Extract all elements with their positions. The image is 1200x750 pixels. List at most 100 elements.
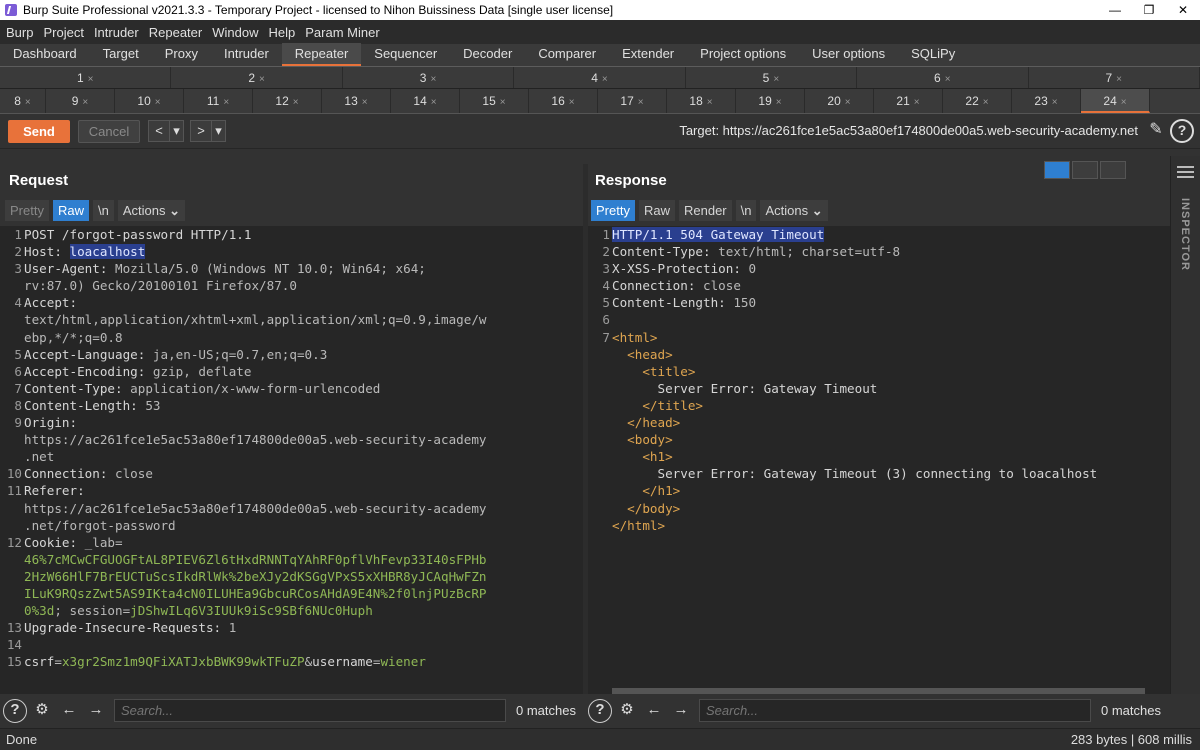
settings-gear-icon[interactable]: ⚙: [615, 699, 639, 723]
close-tab-icon[interactable]: ×: [88, 74, 94, 85]
close-tab-icon[interactable]: ×: [1121, 97, 1127, 108]
restore-button[interactable]: ❐: [1132, 0, 1166, 20]
repeater-tab-6[interactable]: 6 ×: [857, 67, 1029, 88]
menu-project[interactable]: Project: [43, 25, 83, 40]
settings-gear-icon[interactable]: ⚙: [30, 699, 54, 723]
repeater-tab-1[interactable]: 1 ×: [0, 67, 172, 88]
edit-target-icon[interactable]: ✎: [1144, 119, 1168, 143]
response-horizontal-scrollbar[interactable]: [612, 688, 1145, 694]
repeater-tab-21[interactable]: 21 ×: [874, 89, 943, 113]
close-tab-icon[interactable]: ×: [1052, 97, 1058, 108]
tab-proxy[interactable]: Proxy: [152, 43, 211, 66]
repeater-tab-3[interactable]: 3 ×: [343, 67, 515, 88]
close-tab-icon[interactable]: ×: [155, 97, 161, 108]
repeater-tab-24[interactable]: 24 ×: [1081, 89, 1150, 113]
repeater-tab-15[interactable]: 15 ×: [460, 89, 529, 113]
response-search-input[interactable]: [699, 699, 1091, 722]
repeater-tab-8[interactable]: 8 ×: [0, 89, 46, 113]
close-tab-icon[interactable]: ×: [82, 97, 88, 108]
close-tab-icon[interactable]: ×: [259, 74, 265, 85]
request-tab-pretty[interactable]: Pretty: [5, 200, 49, 221]
close-tab-icon[interactable]: ×: [500, 97, 506, 108]
response-tab-render[interactable]: Render: [678, 200, 732, 221]
cancel-button[interactable]: Cancel: [78, 119, 140, 143]
repeater-tab-14[interactable]: 14 ×: [391, 89, 460, 113]
repeater-tab-13[interactable]: 13 ×: [322, 89, 391, 113]
close-tab-icon[interactable]: ×: [362, 97, 368, 108]
tabs-layout-button[interactable]: [1100, 161, 1126, 179]
tab-target[interactable]: Target: [90, 43, 152, 66]
inspector-menu-icon[interactable]: [1177, 166, 1194, 178]
repeater-tab-4[interactable]: 4 ×: [514, 67, 686, 88]
forward-history-dropdown[interactable]: ▾: [212, 120, 226, 142]
send-button[interactable]: Send: [8, 119, 70, 143]
close-tab-icon[interactable]: ×: [707, 97, 713, 108]
help-icon[interactable]: ?: [1170, 119, 1194, 143]
repeater-tab-12[interactable]: 12 ×: [253, 89, 322, 113]
menu-repeater[interactable]: Repeater: [149, 25, 202, 40]
response-tab-newline[interactable]: \n: [735, 200, 757, 221]
close-tab-icon[interactable]: ×: [845, 97, 851, 108]
close-tab-icon[interactable]: ×: [945, 74, 951, 85]
response-tab-pretty[interactable]: Pretty: [591, 200, 635, 221]
tab-sequencer[interactable]: Sequencer: [361, 43, 450, 66]
request-tab-raw[interactable]: Raw: [52, 200, 89, 221]
menu-burp[interactable]: Burp: [6, 25, 33, 40]
forward-button[interactable]: >: [190, 120, 212, 142]
next-match-arrow-icon[interactable]: →: [84, 699, 108, 723]
request-search-input[interactable]: [114, 699, 506, 722]
help-icon[interactable]: ?: [3, 698, 27, 723]
close-tab-icon[interactable]: ×: [602, 74, 608, 85]
side-by-side-layout-button[interactable]: [1044, 161, 1070, 179]
close-tab-icon[interactable]: ×: [430, 74, 436, 85]
close-tab-icon[interactable]: ×: [223, 97, 229, 108]
tab-sqlipy[interactable]: SQLiPy: [898, 43, 968, 66]
repeater-tab-22[interactable]: 22 ×: [943, 89, 1012, 113]
close-button[interactable]: ✕: [1166, 0, 1200, 20]
repeater-tab-7[interactable]: 7 ×: [1029, 67, 1200, 88]
request-actions-menu[interactable]: Actions ⌄: [117, 200, 185, 221]
response-editor[interactable]: 1 HTTP/1.1 504 Gateway Timeout 2 Content-Ty…: [588, 226, 1170, 694]
back-history-dropdown[interactable]: ▾: [170, 120, 184, 142]
tab-extender[interactable]: Extender: [609, 43, 687, 66]
tab-project-options[interactable]: Project options: [687, 43, 799, 66]
repeater-tab-11[interactable]: 11 ×: [184, 89, 253, 113]
top-bottom-layout-button[interactable]: [1072, 161, 1098, 179]
repeater-tab-23[interactable]: 23 ×: [1012, 89, 1081, 113]
menu-intruder[interactable]: Intruder: [94, 25, 139, 40]
close-tab-icon[interactable]: ×: [776, 97, 782, 108]
repeater-tab-5[interactable]: 5 ×: [686, 67, 858, 88]
repeater-tab-17[interactable]: 17 ×: [598, 89, 667, 113]
repeater-tab-19[interactable]: 19 ×: [736, 89, 805, 113]
tab-dashboard[interactable]: Dashboard: [0, 43, 90, 66]
tab-intruder[interactable]: Intruder: [211, 43, 282, 66]
tab-repeater[interactable]: Repeater: [281, 43, 362, 66]
repeater-tab-2[interactable]: 2 ×: [171, 67, 343, 88]
tab-comparer[interactable]: Comparer: [525, 43, 609, 66]
minimize-button[interactable]: —: [1098, 0, 1132, 20]
previous-match-arrow-icon[interactable]: ←: [57, 699, 81, 723]
request-editor[interactable]: 1 POST /forgot-password HTTP/1.1 2 Host: lo…: [0, 226, 583, 694]
inspector-panel[interactable]: INSPECTOR: [1170, 156, 1200, 694]
tab-decoder[interactable]: Decoder: [450, 43, 525, 66]
close-tab-icon[interactable]: ×: [569, 97, 575, 108]
next-match-arrow-icon[interactable]: →: [669, 699, 693, 723]
previous-match-arrow-icon[interactable]: ←: [642, 699, 666, 723]
back-button[interactable]: <: [148, 120, 170, 142]
repeater-tab-16[interactable]: 16 ×: [529, 89, 598, 113]
menu-param-miner[interactable]: Param Miner: [305, 25, 379, 40]
response-tab-raw[interactable]: Raw: [638, 200, 675, 221]
repeater-tab-18[interactable]: 18 ×: [667, 89, 736, 113]
repeater-tab-20[interactable]: 20 ×: [805, 89, 874, 113]
close-tab-icon[interactable]: ×: [1116, 74, 1122, 85]
repeater-tab-10[interactable]: 10 ×: [115, 89, 184, 113]
close-tab-icon[interactable]: ×: [25, 97, 31, 108]
close-tab-icon[interactable]: ×: [293, 97, 299, 108]
response-actions-menu[interactable]: Actions ⌄: [760, 200, 828, 221]
request-tab-newline[interactable]: \n: [92, 200, 114, 221]
help-icon[interactable]: ?: [588, 698, 612, 723]
close-tab-icon[interactable]: ×: [983, 97, 989, 108]
close-tab-icon[interactable]: ×: [431, 97, 437, 108]
close-tab-icon[interactable]: ×: [773, 74, 779, 85]
menu-help[interactable]: Help: [268, 25, 295, 40]
